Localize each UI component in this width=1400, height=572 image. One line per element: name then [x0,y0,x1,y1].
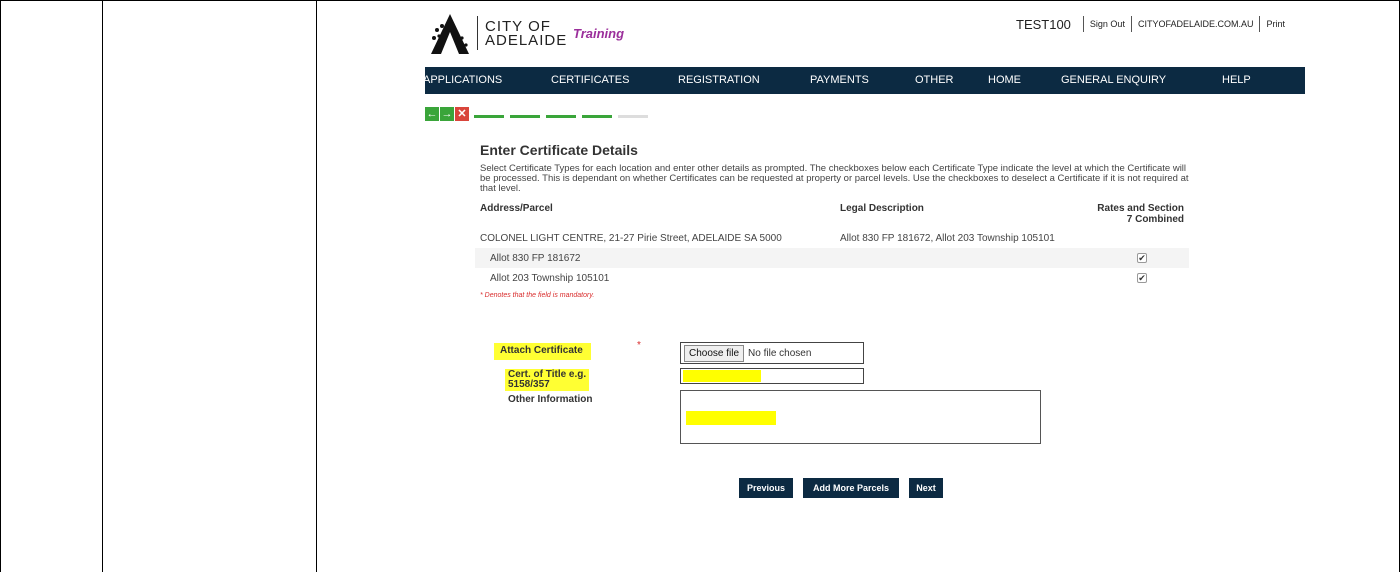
other-information-label: Other Information [508,394,593,405]
address-cell: Allot 203 Township 105101 [490,272,610,284]
logo-text: CITY OF ADELAIDE [485,19,568,49]
legal-cell [835,248,1085,268]
progress-step [474,115,504,118]
progress-step [618,115,648,118]
print-link[interactable]: Print [1266,19,1285,29]
link-separator [1082,16,1084,32]
logo-divider [477,16,478,50]
top-links: TEST100 Sign Out CITYOFADELAIDE.COM.AU P… [1016,16,1285,32]
table-border-top [0,0,1400,1]
page-title: Enter Certificate Details [480,142,638,158]
attach-certificate-label: Attach Certificate [494,343,591,360]
nav-registration[interactable]: REGISTRATION [678,74,760,86]
table-row: Allot 830 FP 181672 ✔ [475,248,1189,268]
table-header-row: Address/Parcel Legal Description Rates a… [475,200,1189,228]
table-row: COLONEL LIGHT CENTRE, 21-27 Pirie Street… [475,228,1189,248]
column-header-legal: Legal Description [840,203,924,214]
logo-line-2: ADELAIDE [485,32,568,49]
sign-out-link[interactable]: Sign Out [1090,19,1125,29]
legal-cell: Allot 830 FP 181672, Allot 203 Township … [840,232,1055,244]
column-header-address: Address/Parcel [480,203,553,214]
choose-file-button[interactable]: Choose file [684,344,745,362]
rates-cell: ✔ [1085,248,1189,268]
input-highlight [683,370,761,382]
required-marker: * [637,340,641,351]
previous-button[interactable]: Previous [739,478,793,498]
nav-applications[interactable]: APPLICATIONS [423,74,502,86]
main-content: Enter Certificate Details Select Certifi… [474,142,1194,299]
progress-step [546,115,576,118]
input-highlight [686,411,776,425]
add-more-parcels-button[interactable]: Add More Parcels [803,478,899,498]
nav-home[interactable]: HOME [988,74,1021,86]
attach-certificate-input[interactable]: Choose file No file chosen [680,342,864,364]
mandatory-note: * Denotes that the field is mandatory. [480,292,595,299]
link-separator [1259,16,1261,32]
table-border-col1 [102,0,103,572]
progress-steps [474,115,654,118]
close-icon[interactable]: ✕ [455,107,469,121]
progress-step [510,115,540,118]
link-separator [1130,16,1132,32]
table-border-left [0,0,1,572]
rates-checkbox[interactable]: ✔ [1137,252,1147,263]
nav-other[interactable]: OTHER [915,74,954,86]
forward-arrow-icon[interactable]: → [440,107,454,121]
back-arrow-icon[interactable]: ← [425,107,439,121]
rates-cell: ✔ [1085,268,1189,288]
table-row: Allot 203 Township 105101 ✔ [475,268,1189,288]
next-button[interactable]: Next [909,478,943,498]
address-cell: Allot 830 FP 181672 [475,248,835,268]
cert-of-title-input[interactable] [680,368,864,384]
main-nav: APPLICATIONS CERTIFICATES REGISTRATION P… [423,67,1305,94]
address-cell: COLONEL LIGHT CENTRE, 21-27 Pirie Street… [480,232,782,244]
rates-cell [1085,228,1189,248]
page-frame: CITY OF ADELAIDE Training TEST100 Sign O… [0,0,1400,572]
site-header: CITY OF ADELAIDE Training TEST100 Sign O… [425,8,1305,66]
page-description: Select Certificate Types for each locati… [480,163,1189,194]
environment-label: Training [573,26,625,41]
legal-cell [835,268,1085,288]
wizard-controls: ← → ✕ [425,107,470,121]
cert-of-title-label-line2: 5158/357 [508,379,550,390]
user-name: TEST100 [1016,16,1071,32]
nav-general-enquiry[interactable]: GENERAL ENQUIRY [1061,74,1166,86]
nav-payments[interactable]: PAYMENTS [810,74,869,86]
nav-certificates[interactable]: CERTIFICATES [551,74,629,86]
nav-help[interactable]: HELP [1222,74,1251,86]
column-header-rates: Rates and Section 7 Combined [1097,203,1184,225]
progress-step [582,115,612,118]
site-link[interactable]: CITYOFADELAIDE.COM.AU [1138,19,1254,29]
table-border-col2 [316,0,317,572]
parcel-table: Address/Parcel Legal Description Rates a… [475,200,1189,288]
cert-of-title-label: Cert. of Title e.g. 5158/357 [505,369,590,391]
file-status: No file chosen [748,347,812,359]
city-of-adelaide-logo-icon [431,14,469,54]
rates-checkbox[interactable]: ✔ [1137,272,1147,283]
other-information-input[interactable] [680,390,1041,444]
